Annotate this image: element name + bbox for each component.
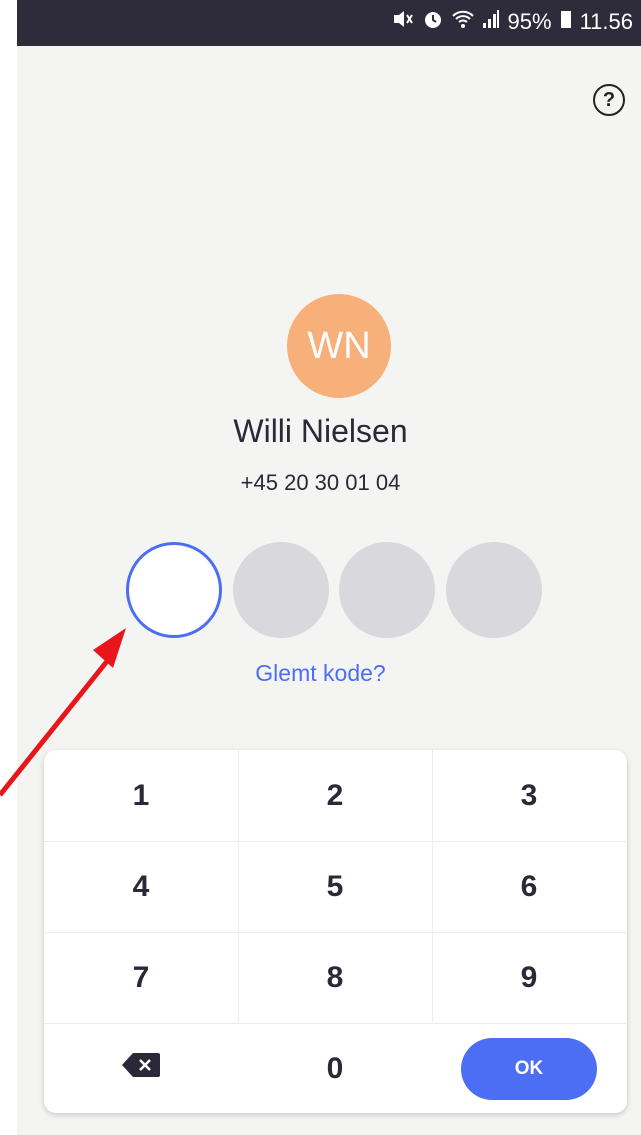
key-7[interactable]: 7	[44, 932, 238, 1023]
key-5[interactable]: 5	[238, 841, 432, 932]
key-0[interactable]: 0	[238, 1023, 432, 1113]
pin-digit-4[interactable]	[446, 542, 542, 638]
key-8[interactable]: 8	[238, 932, 432, 1023]
backspace-button[interactable]	[44, 1023, 238, 1113]
battery-percent: 95%	[507, 9, 552, 34]
ok-button[interactable]: OK	[461, 1037, 597, 1100]
forgot-code-link[interactable]: Glemt kode?	[0, 660, 641, 687]
avatar: WN	[287, 294, 391, 398]
pin-digit-1[interactable]	[126, 542, 222, 638]
alarm-icon	[422, 8, 444, 36]
help-icon[interactable]: ?	[593, 84, 625, 116]
screen-card-top	[17, 46, 641, 66]
key-4[interactable]: 4	[44, 841, 238, 932]
pin-digit-3[interactable]	[339, 542, 435, 638]
clock-time: 11.56	[579, 9, 633, 34]
key-6[interactable]: 6	[432, 841, 626, 932]
mute-icon	[392, 9, 414, 35]
pin-digit-2[interactable]	[233, 542, 329, 638]
status-bar: 95% 11.56	[17, 0, 641, 46]
key-2[interactable]: 2	[238, 750, 432, 841]
key-1[interactable]: 1	[44, 750, 238, 841]
ok-button-cell: OK	[432, 1023, 626, 1113]
signal-icon	[482, 9, 500, 35]
numeric-keypad: 1 2 3 4 5 6 7 8 9 0 OK	[44, 750, 627, 1113]
user-phone: +45 20 30 01 04	[240, 470, 401, 495]
backspace-icon	[121, 1052, 161, 1086]
battery-icon	[560, 9, 572, 35]
user-name: Willi Nielsen	[233, 413, 408, 449]
wifi-icon	[451, 9, 474, 35]
key-3[interactable]: 3	[432, 750, 626, 841]
key-9[interactable]: 9	[432, 932, 626, 1023]
